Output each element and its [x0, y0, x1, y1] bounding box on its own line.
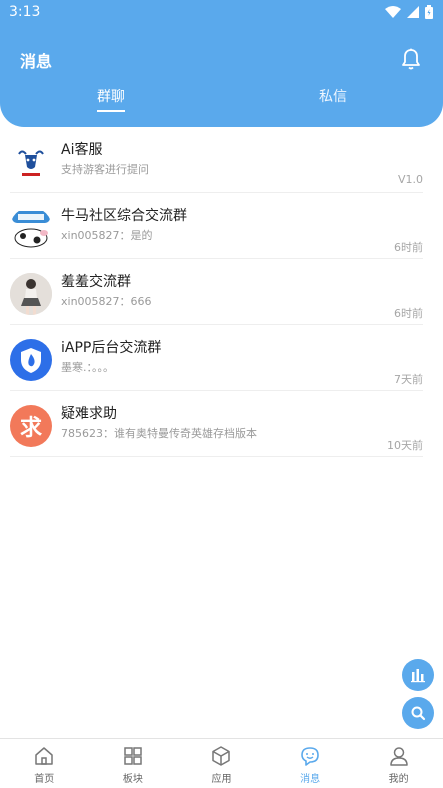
- conversation-time: 10天前: [387, 439, 423, 452]
- avatar-text: 求: [19, 416, 42, 441]
- conversation-last-message: xin005827：666: [61, 295, 152, 308]
- conversation-item[interactable]: iAPP后台交流群 墨寒.：。。。 7天前: [10, 325, 423, 391]
- conversation-last-message: 墨寒.：。。。: [61, 361, 114, 374]
- tab-private-message[interactable]: 私信: [293, 86, 373, 106]
- conversation-item[interactable]: 牛马社区综合交流群 xin005827：是的 6时前: [10, 193, 423, 259]
- nav-profile[interactable]: 我的: [354, 739, 443, 788]
- conversation-name: iAPP后台交流群: [61, 340, 162, 356]
- nav-label: 首页: [34, 774, 55, 785]
- nav-boards[interactable]: 板块: [89, 739, 178, 788]
- nav-label: 我的: [388, 774, 409, 785]
- conversation-item[interactable]: 羞羞交流群 xin005827：666 6时前: [10, 259, 423, 325]
- conversation-time: V1.0: [397, 173, 423, 186]
- tab-group-chat[interactable]: 群聊: [71, 86, 151, 106]
- battery-icon: [425, 5, 433, 19]
- nav-apps[interactable]: 应用: [177, 739, 266, 788]
- nav-label: 消息: [300, 774, 321, 785]
- chat-icon: [301, 747, 319, 766]
- conversation-time: 7天前: [394, 373, 423, 386]
- bar-chart-icon: [411, 669, 425, 683]
- tab-bar: 群聊 私信: [0, 86, 443, 116]
- nav-messages[interactable]: 消息: [266, 739, 355, 788]
- header: 3:13 消息 群聊 私信: [0, 0, 443, 127]
- status-icons: [385, 5, 433, 19]
- bell-icon[interactable]: [399, 47, 423, 71]
- avatar: [10, 207, 52, 249]
- nav-home[interactable]: 首页: [0, 739, 89, 788]
- person-photo-icon: [10, 273, 52, 315]
- home-icon: [35, 747, 54, 765]
- signal-icon: [407, 6, 419, 18]
- grid-icon: [124, 747, 142, 765]
- status-time: 3:13: [9, 4, 41, 20]
- status-bar: 3:13: [0, 0, 443, 26]
- bottom-nav: 首页 板块 应用 消息 我的: [0, 738, 443, 788]
- conversation-name: 疑难求助: [61, 406, 117, 422]
- conversation-time: 6时前: [394, 307, 423, 320]
- page-title: 消息: [20, 52, 53, 71]
- user-icon: [389, 747, 408, 766]
- tab-underline: [97, 110, 125, 112]
- cow-cartoon-icon: [12, 211, 50, 248]
- cube-icon: [212, 746, 231, 766]
- stats-button[interactable]: [402, 659, 434, 691]
- search-icon: [411, 706, 426, 721]
- conversation-item[interactable]: Ai客服 支持游客进行提问 V1.0: [10, 127, 423, 193]
- avatar: [10, 141, 52, 183]
- nav-label: 应用: [211, 774, 232, 785]
- search-button[interactable]: [402, 697, 434, 729]
- conversation-name: 牛马社区综合交流群: [61, 208, 187, 224]
- conversation-last-message: 支持游客进行提问: [61, 163, 149, 176]
- conversation-last-message: 785623：谁有奥特曼传奇英雄存档版本: [61, 427, 257, 440]
- avatar: [10, 339, 52, 381]
- avatar: 求: [10, 405, 52, 447]
- conversation-last-message: xin005827：是的: [61, 229, 153, 242]
- conversation-item[interactable]: 求 疑难求助 785623：谁有奥特曼传奇英雄存档版本 10天前: [10, 391, 423, 457]
- cow-logo-icon: [18, 150, 44, 176]
- nav-label: 板块: [122, 774, 143, 785]
- avatar: [10, 273, 52, 315]
- conversation-name: 羞羞交流群: [61, 274, 131, 290]
- shield-flame-icon: [21, 348, 41, 373]
- conversation-name: Ai客服: [61, 142, 103, 158]
- conversation-list: Ai客服 支持游客进行提问 V1.0 牛马社区综合交流群 xin005827：是…: [0, 127, 443, 457]
- wifi-icon: [385, 5, 401, 18]
- conversation-time: 6时前: [394, 241, 423, 254]
